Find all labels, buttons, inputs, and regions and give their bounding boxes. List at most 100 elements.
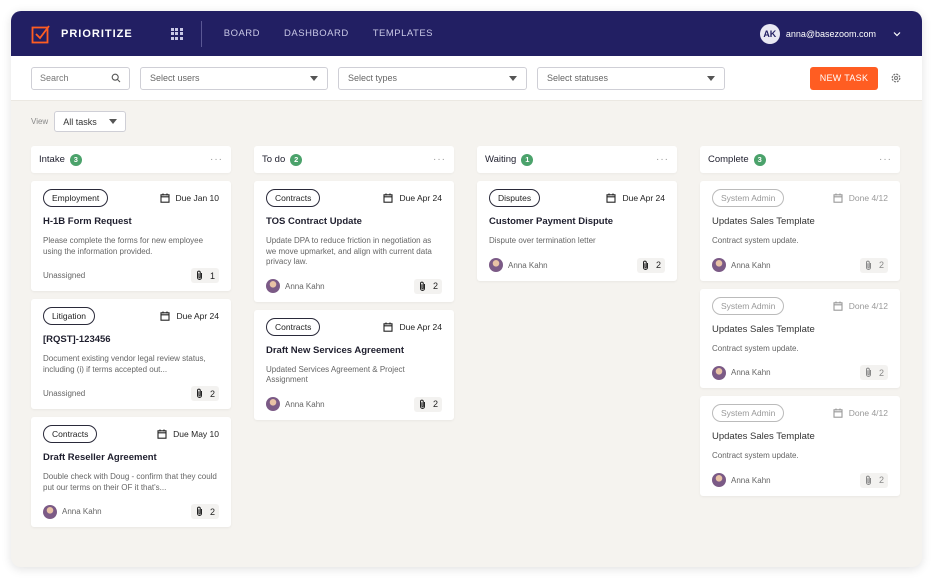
due-date-text: Due Jan 10 bbox=[175, 193, 219, 203]
task-card[interactable]: Contracts Due Apr 24 Draft New Services … bbox=[254, 309, 454, 420]
attachments[interactable]: 2 bbox=[413, 278, 442, 294]
more-options-icon[interactable]: ··· bbox=[656, 154, 669, 165]
attachments[interactable]: 2 bbox=[636, 257, 665, 273]
column-header: To do 2 ··· bbox=[254, 146, 454, 173]
search-input[interactable]: Search bbox=[31, 66, 130, 90]
attachments[interactable]: 1 bbox=[190, 268, 219, 283]
view-dropdown[interactable]: All tasks bbox=[54, 111, 127, 132]
nav-link-templates[interactable]: TEMPLATES bbox=[373, 28, 433, 39]
gear-icon[interactable] bbox=[890, 72, 902, 84]
kanban-board: Intake 3 ··· Employment Due Jan 10 H-1B … bbox=[11, 132, 922, 535]
brand[interactable]: PRIORITIZE bbox=[31, 24, 133, 44]
task-card[interactable]: Litigation Due Apr 24 [RQST]-123456 Docu… bbox=[31, 299, 231, 409]
card-top: Contracts Due Apr 24 bbox=[266, 189, 442, 207]
due-date-text: Done 4/12 bbox=[848, 408, 888, 418]
board-column-waiting: Waiting 1 ··· Disputes Due Apr 24 Custom… bbox=[477, 146, 677, 535]
task-card[interactable]: Contracts Due Apr 24 TOS Contract Update… bbox=[254, 181, 454, 302]
task-description: Contract system update. bbox=[712, 236, 799, 245]
due-date-text: Done 4/12 bbox=[848, 300, 888, 311]
column-cards: Disputes Due Apr 24 Customer Payment Dis… bbox=[477, 181, 677, 281]
assignee-avatar bbox=[712, 473, 726, 487]
task-card[interactable]: Disputes Due Apr 24 Customer Payment Dis… bbox=[477, 181, 677, 281]
task-card[interactable]: Employment Due Jan 10 H-1B Form Request … bbox=[31, 181, 231, 291]
assignee-avatar bbox=[266, 279, 280, 293]
calendar-icon bbox=[833, 408, 843, 418]
task-description: Contract system update. bbox=[712, 343, 799, 353]
task-title: Updates Sales Template bbox=[712, 431, 815, 442]
assignee-avatar bbox=[43, 504, 57, 519]
column-title: Complete bbox=[708, 154, 749, 165]
card-top: System Admin Done 4/12 bbox=[712, 296, 888, 315]
assignee: Anna Kahn bbox=[266, 397, 325, 411]
task-description: Dispute over termination letter bbox=[489, 236, 596, 245]
attachment-count: 2 bbox=[878, 367, 884, 378]
task-card[interactable]: System Admin Done 4/12 Updates Sales Tem… bbox=[700, 396, 900, 496]
column-count-badge: 2 bbox=[290, 153, 303, 166]
attachment-count: 2 bbox=[878, 260, 884, 270]
user-menu[interactable]: AK anna@basezoom.com bbox=[759, 23, 902, 44]
column-header: Intake 3 ··· bbox=[31, 146, 231, 173]
select-types-dropdown[interactable]: Select types bbox=[338, 66, 527, 90]
nav-link-dashboard[interactable]: DASHBOARD bbox=[284, 28, 349, 39]
card-top: Contracts Due May 10 bbox=[43, 425, 219, 443]
task-description: Update DPA to reduce friction in negotia… bbox=[266, 236, 432, 266]
assignee-name: Anna Kahn bbox=[285, 399, 325, 409]
new-task-button[interactable]: NEW TASK bbox=[810, 66, 878, 90]
task-description: Updated Services Agreement & Project Ass… bbox=[266, 364, 405, 385]
assignee-avatar bbox=[712, 258, 726, 272]
attachment-count: 2 bbox=[209, 506, 215, 517]
column-cards: Employment Due Jan 10 H-1B Form Request … bbox=[31, 181, 231, 527]
task-title: Customer Payment Dispute bbox=[489, 216, 614, 227]
calendar-icon bbox=[160, 311, 171, 321]
task-type-tag: Contracts bbox=[266, 317, 321, 336]
top-nav: PRIORITIZE BOARD DASHBOARD TEMPLATES AK … bbox=[11, 11, 922, 56]
caret-down-icon bbox=[310, 75, 318, 81]
attachments[interactable]: 2 bbox=[190, 504, 219, 519]
brand-name: PRIORITIZE bbox=[61, 27, 133, 40]
filter-bar: Search Select users Select types Select … bbox=[11, 56, 922, 101]
task-title: Draft Reseller Agreement bbox=[43, 452, 157, 463]
apps-grid-icon[interactable] bbox=[170, 27, 183, 40]
column-count-badge: 1 bbox=[521, 153, 534, 166]
attachments[interactable]: 2 bbox=[413, 396, 442, 412]
assignee-name: Anna Kahn bbox=[731, 368, 771, 377]
select-statuses-dropdown[interactable]: Select statuses bbox=[537, 66, 725, 90]
view-row: View All tasks bbox=[11, 101, 922, 132]
task-type-tag: Contracts bbox=[43, 425, 98, 443]
task-card[interactable]: System Admin Done 4/12 Updates Sales Tem… bbox=[700, 288, 900, 388]
caret-down-icon bbox=[707, 75, 715, 81]
assignee: Anna Kahn bbox=[43, 504, 102, 519]
card-footer: Unassigned 2 bbox=[43, 386, 219, 401]
task-card[interactable]: Contracts Due May 10 Draft Reseller Agre… bbox=[31, 417, 231, 527]
task-title: H-1B Form Request bbox=[43, 216, 132, 227]
assignee: Unassigned bbox=[43, 271, 85, 280]
nav-link-board[interactable]: BOARD bbox=[224, 28, 260, 39]
task-description: Please complete the forms for new employ… bbox=[43, 236, 204, 256]
due-date-text: Due Apr 24 bbox=[399, 193, 442, 203]
attachments[interactable]: 2 bbox=[190, 386, 219, 401]
card-top: System Admin Done 4/12 bbox=[712, 404, 888, 422]
more-options-icon[interactable]: ··· bbox=[433, 154, 446, 165]
attachments[interactable]: 2 bbox=[859, 257, 888, 273]
view-label: View bbox=[31, 117, 49, 126]
task-card[interactable]: System Admin Done 4/12 Updates Sales Tem… bbox=[700, 181, 900, 281]
assignee-avatar bbox=[712, 365, 726, 380]
task-type-tag: System Admin bbox=[712, 189, 785, 207]
attachments[interactable]: 2 bbox=[859, 472, 888, 488]
card-top: System Admin Done 4/12 bbox=[712, 189, 888, 207]
paperclip-icon bbox=[865, 367, 871, 377]
more-options-icon[interactable]: ··· bbox=[879, 154, 892, 165]
attachment-count: 2 bbox=[432, 281, 438, 291]
card-footer: Anna Kahn 2 bbox=[712, 257, 888, 273]
column-title: Intake bbox=[39, 154, 65, 165]
select-users-dropdown[interactable]: Select users bbox=[140, 66, 328, 90]
due-date: Due May 10 bbox=[157, 429, 219, 439]
search-icon bbox=[111, 73, 121, 83]
card-top: Employment Due Jan 10 bbox=[43, 189, 219, 207]
attachments[interactable]: 2 bbox=[859, 365, 888, 380]
task-title: Updates Sales Template bbox=[712, 323, 815, 335]
board-column-complete: Complete 3 ··· System Admin Done 4/12 Up… bbox=[700, 146, 900, 535]
chevron-down-icon[interactable] bbox=[892, 29, 902, 39]
more-options-icon[interactable]: ··· bbox=[210, 154, 223, 165]
card-footer: Anna Kahn 2 bbox=[266, 278, 442, 294]
